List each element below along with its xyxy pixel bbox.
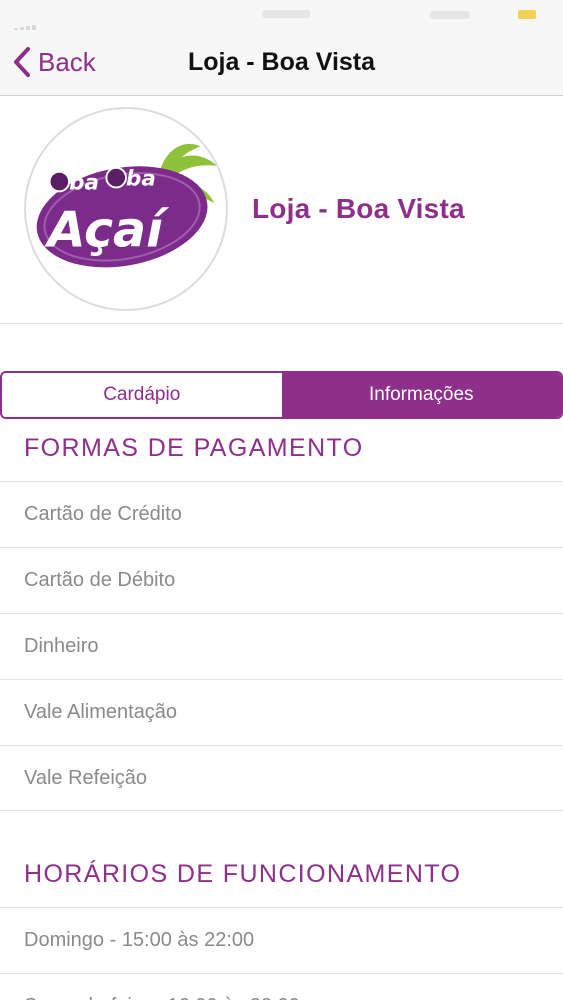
list-item: Vale Alimentação [0,679,563,745]
list-item: Segunda-feira - 16:00 às 22:00 [0,973,563,1000]
status-time [262,10,310,18]
list-item: Dinheiro [0,613,563,679]
navigation-bar: Back Loja - Boa Vista [0,30,563,96]
battery-icon [518,10,536,19]
store-header: ba ba Açaí Loja - Boa Vista [0,97,563,324]
svg-text:Açaí: Açaí [44,201,171,258]
segmented-control: Cardápio Informações [0,371,563,419]
list-item: Cartão de Débito [0,547,563,613]
store-name: Loja - Boa Vista [252,193,465,224]
tab-informacoes[interactable]: Informações [281,373,561,417]
store-logo: ba ba Açaí [24,107,228,311]
tab-cardapio[interactable]: Cardápio [2,373,282,417]
list-item: Vale Refeição [0,745,563,811]
svg-text:ba: ba [69,170,99,195]
payment-section-title: FORMAS DE PAGAMENTO [24,434,364,462]
status-indicators [430,11,470,19]
payment-list: Cartão de Crédito Cartão de Débito Dinhe… [0,481,563,811]
hours-section-title: HORÁRIOS DE FUNCIONAMENTO [24,860,462,888]
page-title: Loja - Boa Vista [187,48,376,76]
acai-logo-icon: ba ba Açaí [36,143,218,268]
signal-icon [14,13,74,31]
status-bar [0,0,563,31]
list-item: Domingo - 15:00 às 22:00 [0,907,563,973]
list-item: Cartão de Crédito [0,481,563,547]
hours-list: Domingo - 15:00 às 22:00 Segunda-feira -… [0,907,563,1000]
svg-text:ba: ba [126,166,156,191]
